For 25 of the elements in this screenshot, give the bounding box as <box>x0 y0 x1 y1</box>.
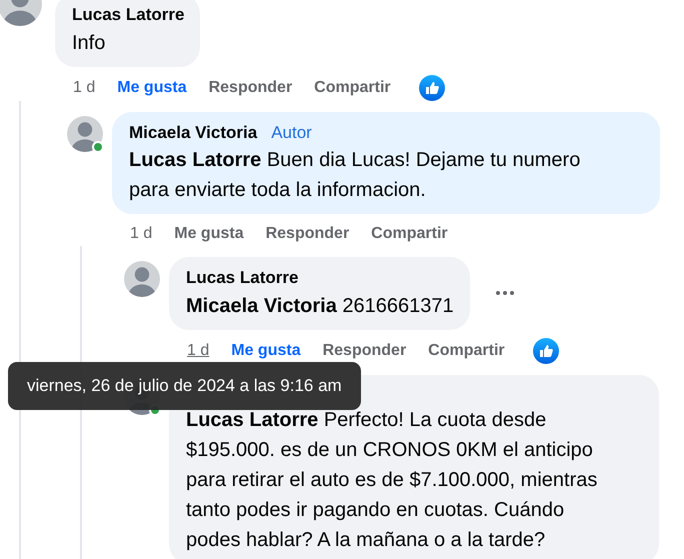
action-link[interactable]: Compartir <box>428 338 505 362</box>
action-link[interactable]: Responder <box>322 338 406 362</box>
avatar[interactable] <box>124 261 160 297</box>
timestamp-link[interactable]: 1 d <box>73 76 96 100</box>
like-reaction-icon[interactable] <box>532 338 559 364</box>
action-link[interactable]: Me gusta <box>174 222 244 246</box>
author-name[interactable]: Lucas Latorre <box>72 2 184 28</box>
action-link[interactable]: Compartir <box>314 76 391 100</box>
like-reaction-icon[interactable] <box>418 74 445 100</box>
author-name[interactable]: Lucas Latorre <box>186 265 298 290</box>
avatar[interactable] <box>67 116 103 152</box>
timestamp-link[interactable]: 1 d <box>130 222 152 246</box>
action-link[interactable]: Me gusta <box>117 76 187 100</box>
action-link[interactable]: Responder <box>208 76 292 100</box>
action-link[interactable]: Me gusta <box>231 338 301 362</box>
timestamp-link[interactable]: 1 d <box>187 338 210 362</box>
action-link[interactable]: Compartir <box>371 222 448 246</box>
author-label: Autor <box>271 122 312 144</box>
comment-text: Micaela Victoria 2616661371 <box>186 294 454 318</box>
author-name[interactable]: Micaela Victoria <box>129 120 258 145</box>
action-link[interactable]: Responder <box>266 222 350 246</box>
comment-text: Lucas Latorre Perfecto! La cuota desde $195.000. es de un CRONOS 0KM el anticipo para retirar el auto es de $7.100.000, mientras tanto podes ir pagando en cuotas. Cuándo podes hablar? A la mañana o a la tarde? <box>186 408 598 552</box>
comment-text: Lucas Latorre Buen dia Lucas! Dejame tu numero para enviarte toda la informacion. <box>129 148 582 203</box>
date-tooltip: viernes, 26 de julio de 2024 a las 9:16 am <box>8 362 361 410</box>
comment-text: Info <box>72 30 106 56</box>
